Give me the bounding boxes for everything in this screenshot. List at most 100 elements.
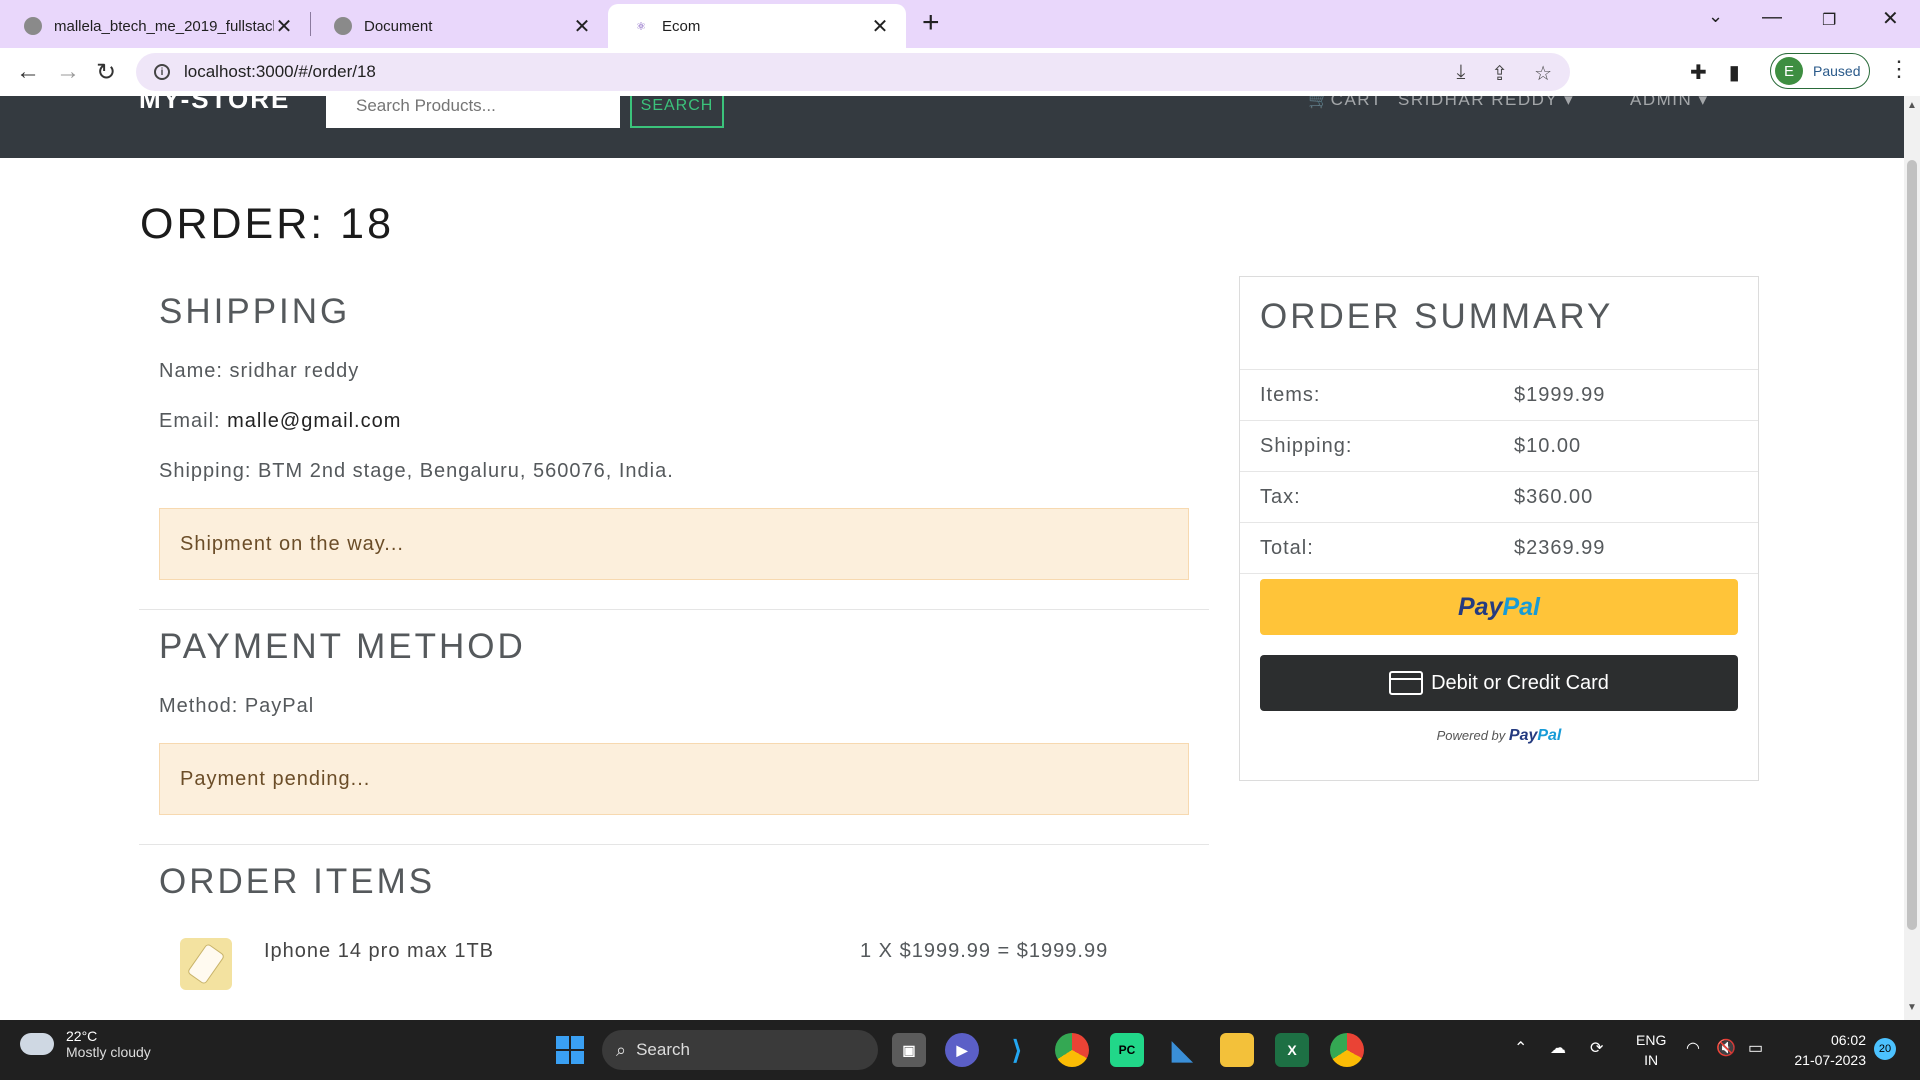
- scroll-up-icon[interactable]: ▲: [1907, 100, 1917, 111]
- lang-code: ENG: [1636, 1032, 1667, 1048]
- profile-button[interactable]: E Paused: [1770, 53, 1870, 89]
- summary-value: $10.00: [1514, 435, 1582, 457]
- tab-close-icon[interactable]: ✕: [870, 14, 890, 39]
- summary-label: Tax:: [1260, 486, 1301, 508]
- product-thumbnail[interactable]: [180, 938, 232, 990]
- show-hidden-icons[interactable]: ⌃: [1514, 1038, 1527, 1058]
- install-app-icon[interactable]: ⤓: [1456, 61, 1465, 86]
- bookmark-star-icon[interactable]: ☆: [1534, 61, 1552, 86]
- omnibox[interactable]: i localhost:3000/#/order/18 ⤓ ⇪ ☆: [136, 53, 1570, 91]
- chrome-icon[interactable]: [1055, 1033, 1089, 1067]
- system-clock[interactable]: 06:02 21-07-2023: [1786, 1030, 1866, 1070]
- email-link[interactable]: malle@gmail.com: [227, 410, 401, 432]
- tab-title: Document: [364, 17, 433, 35]
- page-viewport: MY-STORE SEARCH 🛒CART SRIDHAR REDDY ▾ AD…: [0, 96, 1904, 1020]
- url-text[interactable]: localhost:3000/#/order/18: [184, 62, 376, 82]
- order-items-heading: ORDER ITEMS: [159, 862, 436, 901]
- tab-close-icon[interactable]: ✕: [274, 14, 294, 39]
- summary-row-shipping: Shipping: $10.00: [1240, 420, 1758, 471]
- minimize-button[interactable]: —: [1762, 6, 1782, 29]
- weather-text: 22°C Mostly cloudy: [66, 1028, 151, 1060]
- powered-pay: Pay: [1508, 727, 1538, 744]
- mysql-dolphin-icon[interactable]: ◣: [1165, 1033, 1199, 1067]
- language-indicator[interactable]: ENG IN: [1636, 1030, 1666, 1070]
- tab-github[interactable]: mallela_btech_me_2019_fullstack ✕: [0, 4, 310, 48]
- email-label: Email:: [159, 410, 221, 432]
- file-explorer-icon[interactable]: [1220, 1033, 1254, 1067]
- summary-label: Items:: [1260, 384, 1321, 406]
- user-label: SRIDHAR REDDY: [1398, 96, 1558, 109]
- close-window-button[interactable]: ✕: [1882, 6, 1899, 31]
- reload-icon[interactable]: ↻: [96, 58, 116, 87]
- tab-ecom[interactable]: ⚛ Ecom ✕: [608, 4, 906, 48]
- react-icon: ⚛: [636, 20, 646, 33]
- time: 06:02: [1830, 1032, 1866, 1048]
- excel-icon[interactable]: X: [1275, 1033, 1309, 1067]
- windows-taskbar: 22°C Mostly cloudy ⌕ Search ▣ ▶ ⟩ PC ◣ X…: [0, 1020, 1920, 1080]
- payment-status-text: Payment pending...: [180, 767, 371, 790]
- notification-badge[interactable]: 20: [1874, 1038, 1896, 1060]
- shipping-address: Shipping: BTM 2nd stage, Bengaluru, 5600…: [159, 460, 674, 483]
- weather-widget[interactable]: 22°C Mostly cloudy: [20, 1025, 151, 1060]
- page-title: ORDER: 18: [140, 200, 395, 248]
- task-view-icon[interactable]: ▣: [892, 1033, 926, 1067]
- extensions-puzzle-icon[interactable]: ✚: [1690, 60, 1707, 85]
- battery-icon[interactable]: ▭: [1748, 1038, 1763, 1058]
- paypal-button[interactable]: Pay Pal: [1260, 579, 1738, 635]
- user-dropdown[interactable]: SRIDHAR REDDY ▾: [1398, 96, 1574, 110]
- search-icon: ⌕: [616, 1039, 627, 1060]
- new-tab-button[interactable]: +: [922, 6, 940, 40]
- summary-value: $2369.99: [1514, 537, 1606, 559]
- share-icon[interactable]: ⇪: [1491, 61, 1508, 86]
- cart-link[interactable]: 🛒CART: [1308, 96, 1383, 110]
- method-label: Method:: [159, 695, 239, 717]
- browser-menu-icon[interactable]: ⋮: [1888, 56, 1910, 82]
- payment-heading: PAYMENT METHOD: [159, 627, 526, 666]
- page-scrollbar[interactable]: ▲ ▼: [1904, 96, 1920, 1020]
- omnibox-actions: ⤓ ⇪ ☆: [1456, 61, 1552, 86]
- search-input[interactable]: [326, 96, 620, 128]
- sync-icon[interactable]: ⟳: [1590, 1038, 1603, 1058]
- restore-button[interactable]: ❐: [1822, 10, 1836, 30]
- tab-document[interactable]: Document ✕: [310, 4, 608, 48]
- shipment-status-alert: Shipment on the way...: [159, 508, 1189, 580]
- vscode-icon[interactable]: ⟩: [1000, 1033, 1034, 1067]
- teams-chat-icon[interactable]: ▶: [945, 1033, 979, 1067]
- tab-search-dropdown-icon[interactable]: ⌄: [1708, 6, 1723, 27]
- back-arrow-icon[interactable]: ←: [16, 58, 40, 86]
- tab-title: mallela_btech_me_2019_fullstack: [54, 17, 274, 35]
- volume-muted-icon[interactable]: 🔇: [1716, 1038, 1736, 1058]
- chrome-profile-icon[interactable]: [1330, 1033, 1364, 1067]
- side-panel-icon[interactable]: ▮: [1729, 60, 1740, 85]
- debit-credit-card-button[interactable]: Debit or Credit Card: [1260, 655, 1738, 711]
- scrollbar-thumb[interactable]: [1907, 160, 1917, 930]
- onedrive-cloud-icon[interactable]: ☁: [1550, 1038, 1566, 1058]
- date: 21-07-2023: [1794, 1052, 1866, 1068]
- profile-status: Paused: [1813, 63, 1861, 79]
- extension-bar: ✚ ▮: [1690, 60, 1740, 85]
- tab-close-icon[interactable]: ✕: [572, 14, 592, 39]
- order-summary-card: ORDER SUMMARY Items: $1999.99 Shipping: …: [1239, 276, 1759, 781]
- weather-condition: Mostly cloudy: [66, 1044, 151, 1060]
- address-value: BTM 2nd stage, Bengaluru, 560076, India.: [257, 460, 674, 482]
- globe-icon: [334, 17, 352, 35]
- payment-method: Method: PayPal: [159, 695, 314, 718]
- cart-label: CART: [1330, 96, 1383, 109]
- brand-logo[interactable]: MY-STORE: [139, 96, 290, 115]
- region-code: IN: [1644, 1052, 1659, 1068]
- wifi-icon[interactable]: ◠: [1686, 1038, 1700, 1058]
- admin-dropdown[interactable]: ADMIN ▾: [1630, 96, 1709, 110]
- site-info-icon[interactable]: i: [154, 64, 170, 80]
- summary-row-items: Items: $1999.99: [1240, 369, 1758, 420]
- order-summary-heading: ORDER SUMMARY: [1260, 297, 1614, 336]
- product-link[interactable]: Iphone 14 pro max 1TB: [264, 940, 494, 963]
- windows-start-icon[interactable]: [556, 1036, 584, 1064]
- forward-arrow-icon[interactable]: →: [56, 58, 80, 86]
- taskbar-search[interactable]: ⌕ Search: [602, 1030, 878, 1070]
- search-button[interactable]: SEARCH: [630, 96, 724, 128]
- paypal-logo-pal: Pal: [1502, 592, 1540, 621]
- pycharm-icon[interactable]: PC: [1110, 1033, 1144, 1067]
- scroll-down-icon[interactable]: ▼: [1907, 1002, 1917, 1013]
- product-price-calc: 1 X $1999.99 = $1999.99: [860, 940, 1109, 962]
- paypal-logo-pay: Pay: [1457, 592, 1503, 621]
